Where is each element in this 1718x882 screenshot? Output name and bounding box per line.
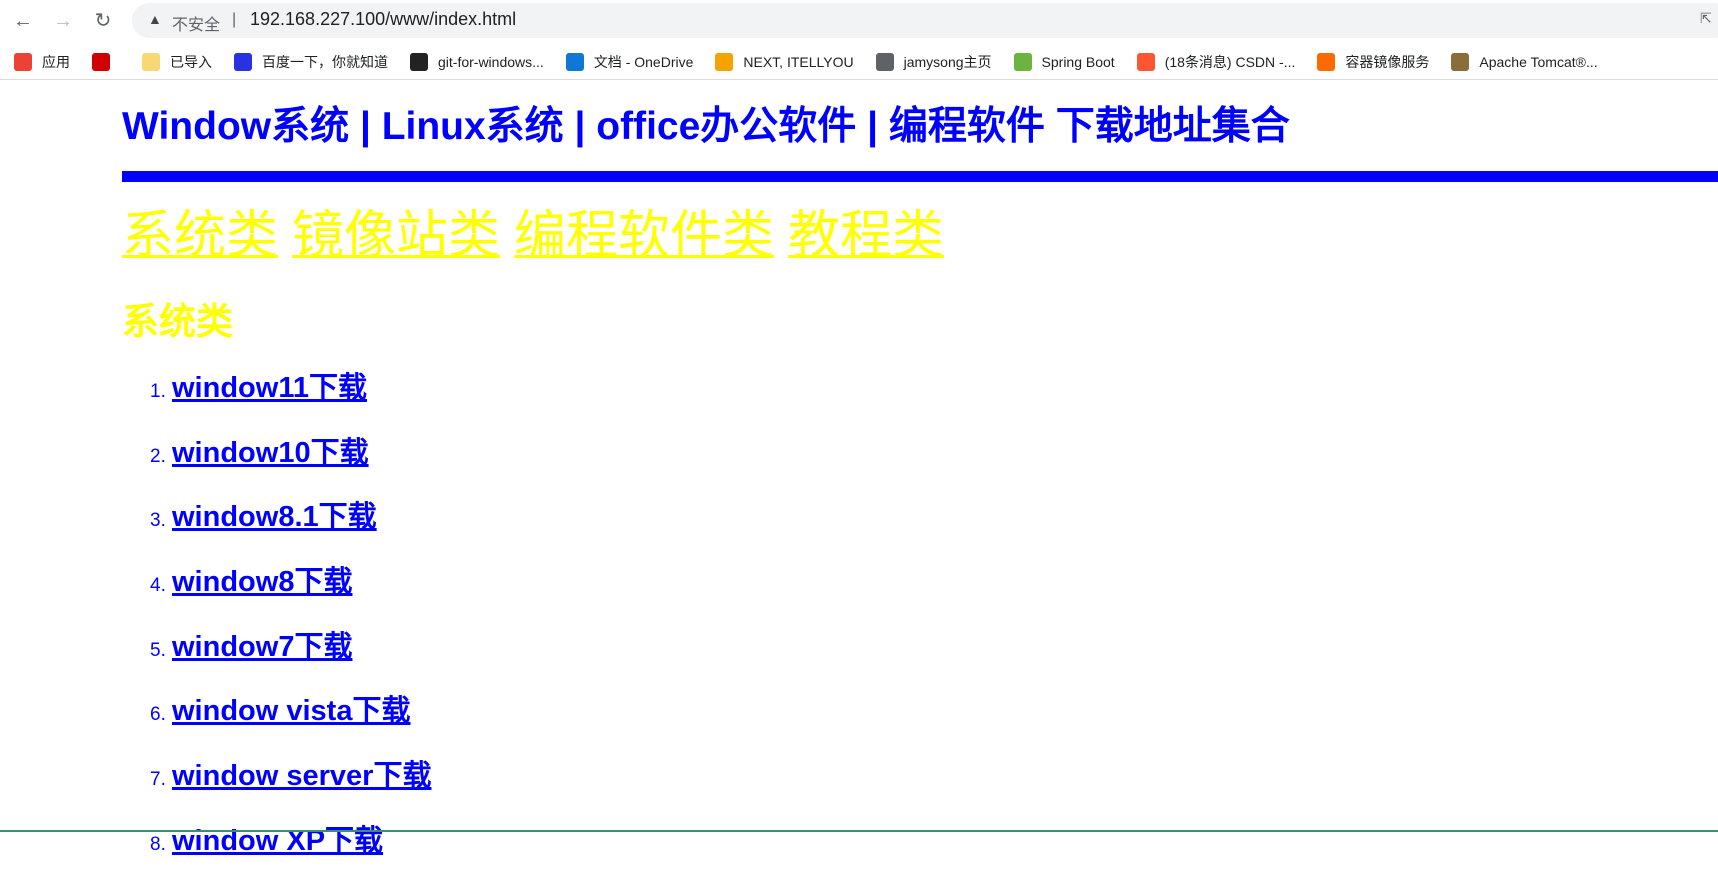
list-item: 4.window8下载: [150, 558, 431, 623]
list-number: 2.: [150, 446, 172, 468]
list-number: 8.: [150, 834, 172, 856]
bookmark-item[interactable]: 已导入: [142, 52, 212, 72]
bookmark-label: 百度一下，你就知道: [262, 52, 388, 72]
list-item: 6.window vista下载: [150, 687, 431, 752]
url-text[interactable]: 192.168.227.100/www/index.html: [250, 9, 516, 30]
bookmark-item[interactable]: jamysong主页: [876, 52, 992, 72]
git-logo-icon: [410, 53, 428, 71]
L-logo-icon: [92, 53, 110, 71]
download-link[interactable]: window11下载: [172, 364, 367, 406]
list-number: 4.: [150, 575, 172, 597]
page-title: Window系统 | Linux系统 | office办公软件 | 编程软件 下…: [122, 95, 1290, 151]
list-item: 2.window10下载: [150, 429, 431, 494]
list-item: 1.window11下载: [150, 364, 431, 429]
nav-link-programming[interactable]: 编程软件类: [514, 207, 774, 265]
spring-leaf-icon: [1014, 53, 1032, 71]
address-bar[interactable]: ▲ 不安全 | 192.168.227.100/www/index.html: [132, 3, 1718, 38]
itellyou-logo-icon: [715, 53, 733, 71]
bookmark-item[interactable]: NEXT, ITELLYOU: [715, 53, 853, 71]
bookmark-item[interactable]: Spring Boot: [1014, 53, 1115, 71]
section-title: 系统类: [122, 291, 233, 345]
nav-link-system[interactable]: 系统类: [122, 207, 278, 265]
category-nav: 系统类镜像站类编程软件类教程类: [122, 193, 958, 268]
bookmark-label: Apache Tomcat®...: [1479, 54, 1597, 70]
bookmark-label: (18条消息) CSDN -...: [1165, 52, 1296, 72]
security-label[interactable]: 不安全: [172, 11, 220, 35]
list-item: 5.window7下载: [150, 623, 431, 688]
browser-toolbar: ← → ↻ ▲ 不安全 | 192.168.227.100/www/index.…: [0, 0, 1718, 44]
bookmark-label: Spring Boot: [1042, 54, 1115, 70]
list-number: 5.: [150, 640, 172, 662]
bookmark-item[interactable]: git-for-windows...: [410, 53, 544, 71]
forward-button[interactable]: →: [48, 6, 78, 36]
list-number: 7.: [150, 769, 172, 791]
share-icon[interactable]: ⇱: [1700, 10, 1712, 27]
bookmark-item[interactable]: 文档 - OneDrive: [566, 52, 694, 72]
list-item: 7.window server下载: [150, 752, 431, 817]
csdn-c-icon: [1137, 53, 1155, 71]
cloud-icon: [566, 53, 584, 71]
list-number: 6.: [150, 704, 172, 726]
download-link[interactable]: window7下载: [172, 623, 352, 665]
horizontal-rule: [122, 171, 1718, 182]
bookmark-label: NEXT, ITELLYOU: [743, 54, 853, 70]
separator: |: [232, 11, 236, 29]
bookmark-label: 容器镜像服务: [1345, 52, 1429, 72]
bookmark-item[interactable]: 百度一下，你就知道: [234, 52, 388, 72]
bookmark-label: 已导入: [170, 52, 212, 72]
bookmark-item[interactable]: 容器镜像服务: [1317, 52, 1429, 72]
list-number: 3.: [150, 510, 172, 532]
bookmark-label: 文档 - OneDrive: [594, 52, 694, 72]
apps-grid-icon: [14, 53, 32, 71]
globe-icon: [876, 53, 894, 71]
bookmarks-bar: 应用 已导入 百度一下，你就知道 git-for-windows... 文档 - One…: [0, 44, 1718, 80]
bookmark-label: 应用: [42, 52, 70, 72]
bookmark-label: jamysong主页: [904, 52, 992, 72]
list-item: 8.window XP下载: [150, 817, 431, 882]
reload-button[interactable]: ↻: [88, 6, 118, 36]
list-item: 3.window8.1下载: [150, 493, 431, 558]
list-number: 1.: [150, 381, 172, 403]
folder-icon: [142, 53, 160, 71]
aliyun-logo-icon: [1317, 53, 1335, 71]
back-button[interactable]: ←: [8, 6, 38, 36]
nav-link-mirror[interactable]: 镜像站类: [292, 207, 500, 265]
download-link[interactable]: window vista下载: [172, 687, 410, 729]
bookmark-item[interactable]: Apache Tomcat®...: [1451, 53, 1597, 71]
bookmark-item[interactable]: [92, 53, 120, 71]
download-link[interactable]: window XP下载: [172, 817, 383, 859]
bookmark-label: git-for-windows...: [438, 54, 544, 70]
nav-link-tutorial[interactable]: 教程类: [788, 207, 944, 265]
download-link[interactable]: window8下载: [172, 558, 352, 600]
warning-icon[interactable]: ▲: [148, 11, 162, 27]
bookmark-item[interactable]: (18条消息) CSDN -...: [1137, 52, 1296, 72]
download-link[interactable]: window10下载: [172, 429, 369, 471]
download-list: 1.window11下载2.window10下载3.window8.1下载4.w…: [150, 364, 431, 882]
bookmark-item[interactable]: 应用: [14, 52, 70, 72]
tomcat-logo-icon: [1451, 53, 1469, 71]
download-link[interactable]: window8.1下载: [172, 493, 377, 535]
baidu-paw-icon: [234, 53, 252, 71]
download-link[interactable]: window server下载: [172, 752, 431, 794]
